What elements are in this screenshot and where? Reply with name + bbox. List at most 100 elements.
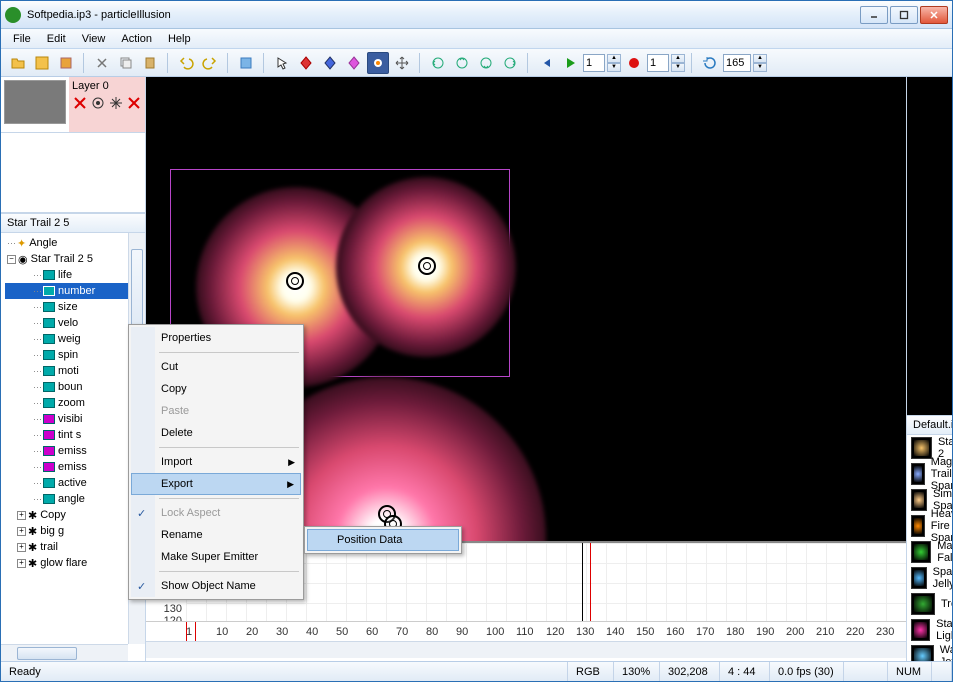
ctx-properties[interactable]: Properties bbox=[131, 327, 301, 349]
tree-scrollbar-horizontal[interactable] bbox=[1, 644, 128, 661]
ctx-export[interactable]: Export▶ bbox=[131, 473, 301, 495]
tool-move-icon[interactable] bbox=[391, 52, 413, 74]
ctx-make-super[interactable]: Make Super Emitter bbox=[131, 546, 301, 568]
tree-row-prop[interactable]: ⋯life bbox=[5, 267, 145, 283]
emitter-handle[interactable] bbox=[286, 272, 304, 290]
library-item-label: Heavy Fire Sparkles bbox=[931, 508, 952, 544]
ctx-copy[interactable]: Copy bbox=[131, 378, 301, 400]
library-item[interactable]: Magic Trails Sparkle bbox=[907, 461, 952, 487]
tool-open-icon[interactable] bbox=[7, 52, 29, 74]
tool-first-frame-icon[interactable] bbox=[535, 52, 557, 74]
tool-copy-icon[interactable] bbox=[115, 52, 137, 74]
layer-target-icon[interactable] bbox=[90, 95, 106, 111]
menu-action[interactable]: Action bbox=[113, 31, 160, 47]
layer-delete2-icon[interactable] bbox=[126, 95, 142, 111]
tree-row-prop[interactable]: ⋯emiss bbox=[5, 443, 145, 459]
tool-red-diamond-icon[interactable] bbox=[295, 52, 317, 74]
tree-row-prop[interactable]: ⋯emiss bbox=[5, 459, 145, 475]
tree-row-extra[interactable]: +✱big g bbox=[5, 523, 145, 539]
tree-row-prop[interactable]: ⋯number bbox=[5, 283, 145, 299]
tool-redo-icon[interactable] bbox=[199, 52, 221, 74]
tree-row-prop[interactable]: ⋯spin bbox=[5, 347, 145, 363]
tool-rotate-down-icon[interactable] bbox=[475, 52, 497, 74]
tool-book-icon[interactable] bbox=[55, 52, 77, 74]
tree-row-root[interactable]: −◉Star Trail 2 5 bbox=[5, 251, 145, 267]
library-item[interactable]: Matrix Falls bbox=[907, 539, 952, 565]
ctx-position-data[interactable]: Position Data bbox=[307, 529, 459, 551]
library-item-label: Magic Trails Sparkle bbox=[931, 456, 952, 492]
library-item[interactable]: Stage Lights bbox=[907, 617, 952, 643]
tree-row-prop[interactable]: ⋯size bbox=[5, 299, 145, 315]
tree-row-angle[interactable]: ⋯✦Angle bbox=[5, 235, 145, 251]
menu-help[interactable]: Help bbox=[160, 31, 199, 47]
tool-emitter-icon[interactable] bbox=[367, 52, 389, 74]
tool-undo-icon[interactable] bbox=[175, 52, 197, 74]
tree-row-extra[interactable]: +✱trail bbox=[5, 539, 145, 555]
emitter-handle[interactable] bbox=[418, 257, 436, 275]
library-thumb bbox=[911, 619, 930, 641]
ruler-tick: 230 bbox=[876, 626, 906, 638]
ctx-delete[interactable]: Delete bbox=[131, 422, 301, 444]
tool-pink-diamond-icon[interactable] bbox=[343, 52, 365, 74]
tree-row-prop[interactable]: ⋯weig bbox=[5, 331, 145, 347]
tree-row-prop[interactable]: ⋯velo bbox=[5, 315, 145, 331]
timeline-marker[interactable] bbox=[582, 543, 583, 621]
loop-input[interactable] bbox=[723, 54, 751, 72]
separator bbox=[83, 53, 85, 73]
tree-row-prop[interactable]: ⋯angle bbox=[5, 491, 145, 507]
timeline-scrollbar[interactable] bbox=[146, 641, 906, 658]
tree-row-prop[interactable]: ⋯tint s bbox=[5, 427, 145, 443]
tree-row-extra[interactable]: +✱glow flare bbox=[5, 555, 145, 571]
ctx-paste: Paste bbox=[131, 400, 301, 422]
loop-spinner[interactable]: ▲▼ bbox=[753, 54, 767, 72]
tool-save-icon[interactable] bbox=[31, 52, 53, 74]
layer-thumbnail[interactable] bbox=[4, 80, 66, 124]
tree-row-prop[interactable]: ⋯zoom bbox=[5, 395, 145, 411]
tool-paste-icon[interactable] bbox=[139, 52, 161, 74]
tool-pointer-icon[interactable] bbox=[271, 52, 293, 74]
ruler-tick: 10 bbox=[216, 626, 246, 638]
y-label: 130 bbox=[146, 603, 182, 615]
ctx-cut[interactable]: Cut bbox=[131, 356, 301, 378]
current-frame-input[interactable] bbox=[583, 54, 605, 72]
library-item[interactable]: Heavy Fire Sparkles bbox=[907, 513, 952, 539]
preview-3d[interactable] bbox=[907, 77, 952, 415]
layer-delete-icon[interactable] bbox=[72, 95, 88, 111]
timeline-playhead[interactable] bbox=[590, 543, 591, 621]
tool-play-icon[interactable] bbox=[559, 52, 581, 74]
ctx-rename[interactable]: Rename bbox=[131, 524, 301, 546]
tool-rotate-left-icon[interactable] bbox=[427, 52, 449, 74]
tool-record-icon[interactable] bbox=[623, 52, 645, 74]
tree-row-prop[interactable]: ⋯moti bbox=[5, 363, 145, 379]
close-button[interactable] bbox=[920, 6, 948, 24]
record-frame-input[interactable] bbox=[647, 54, 669, 72]
record-spinner[interactable]: ▲▼ bbox=[671, 54, 685, 72]
minimize-button[interactable] bbox=[860, 6, 888, 24]
tree-row-prop[interactable]: ⋯active bbox=[5, 475, 145, 491]
menu-view[interactable]: View bbox=[74, 31, 114, 47]
ctx-show-name[interactable]: ✓Show Object Name bbox=[131, 575, 301, 597]
tree-row-prop[interactable]: ⋯boun bbox=[5, 379, 145, 395]
tool-layer-icon[interactable] bbox=[235, 52, 257, 74]
library-item[interactable]: Water Jet bbox=[907, 643, 952, 661]
tree-row-prop[interactable]: ⋯visibi bbox=[5, 411, 145, 427]
library-item[interactable]: Space Jellyfish 2 bbox=[907, 565, 952, 591]
titlebar[interactable]: Softpedia.ip3 - particleIllusion bbox=[1, 1, 952, 29]
scrollbar-thumb[interactable] bbox=[17, 647, 77, 660]
tool-loop-icon[interactable] bbox=[699, 52, 721, 74]
tool-rotate-right-icon[interactable] bbox=[499, 52, 521, 74]
tool-rotate-up-icon[interactable] bbox=[451, 52, 473, 74]
tree-row-extra[interactable]: +✱Copy bbox=[5, 507, 145, 523]
library-item[interactable]: Tree 1 bbox=[907, 591, 952, 617]
ruler-tick: 50 bbox=[336, 626, 366, 638]
layer-spark-icon[interactable] bbox=[108, 95, 124, 111]
menu-edit[interactable]: Edit bbox=[39, 31, 74, 47]
maximize-button[interactable] bbox=[890, 6, 918, 24]
frame-spinner[interactable]: ▲▼ bbox=[607, 54, 621, 72]
menu-file[interactable]: File bbox=[5, 31, 39, 47]
ruler-tick: 200 bbox=[786, 626, 816, 638]
tool-blue-diamond-icon[interactable] bbox=[319, 52, 341, 74]
timeline-ruler[interactable]: 1102030405060708090100110120130140150160… bbox=[146, 621, 906, 641]
ctx-import[interactable]: Import▶ bbox=[131, 451, 301, 473]
tool-cut-icon[interactable] bbox=[91, 52, 113, 74]
